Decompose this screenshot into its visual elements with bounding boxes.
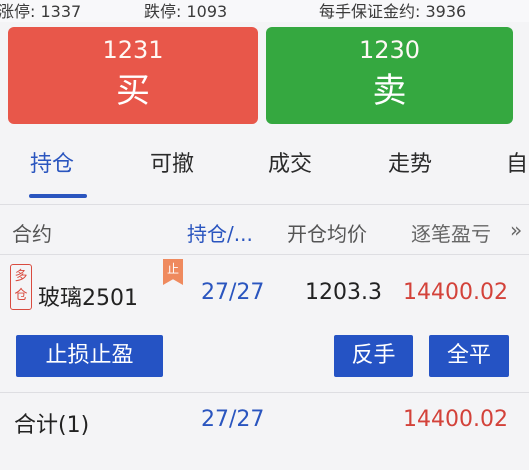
divider	[0, 254, 529, 255]
tab-trades[interactable]: 成交	[268, 146, 312, 178]
long-position-badge: 多 仓	[10, 264, 32, 310]
contract-name: 玻璃2501	[38, 286, 138, 311]
total-label: 合计(1)	[14, 413, 90, 438]
column-contract: 合约	[12, 222, 52, 246]
avg-open-price: 1203.3	[305, 280, 382, 305]
buy-price: 1231	[102, 36, 164, 64]
buy-label: 买	[116, 71, 150, 111]
tab-cancelable[interactable]: 可撤	[150, 146, 194, 178]
market-info-bar: 涨停: 1337 跌停: 1093 每手保证金约: 3936	[0, 0, 529, 22]
more-columns-icon[interactable]: »	[510, 218, 522, 242]
sell-button[interactable]: 1230 卖	[266, 27, 513, 124]
stop-order-flag-icon: 止	[163, 259, 183, 285]
sell-price: 1230	[358, 36, 421, 64]
tab-bar: 持仓 可撤 成交 走势 自	[0, 124, 529, 204]
divider	[0, 392, 529, 393]
tab-custom[interactable]: 自	[506, 146, 528, 178]
divider	[0, 204, 529, 205]
margin-per-lot-text: 每手保证金约: 3936	[319, 2, 467, 21]
tab-trend[interactable]: 走势	[388, 146, 432, 178]
close-all-button[interactable]: 全平	[429, 335, 509, 377]
column-avg-open-price[interactable]: 开仓均价	[287, 218, 367, 247]
tab-positions[interactable]: 持仓	[30, 146, 74, 178]
sell-label: 卖	[372, 71, 407, 111]
column-position[interactable]: 持仓/...	[187, 218, 253, 247]
stop-loss-take-profit-button[interactable]: 止损止盈	[16, 335, 163, 377]
position-quantity: 27/27	[201, 280, 265, 305]
total-pnl: 14400.02	[403, 407, 508, 432]
limit-up-text: 涨停: 1337	[0, 2, 82, 21]
limit-down-text: 跌停: 1093	[144, 2, 228, 21]
reverse-button[interactable]: 反手	[334, 335, 413, 377]
position-pnl: 14400.02	[403, 280, 508, 305]
total-quantity: 27/27	[201, 407, 265, 432]
buy-button[interactable]: 1231 买	[8, 27, 258, 124]
column-trade-pnl[interactable]: 逐笔盈亏	[411, 218, 491, 247]
active-tab-indicator	[29, 194, 87, 198]
